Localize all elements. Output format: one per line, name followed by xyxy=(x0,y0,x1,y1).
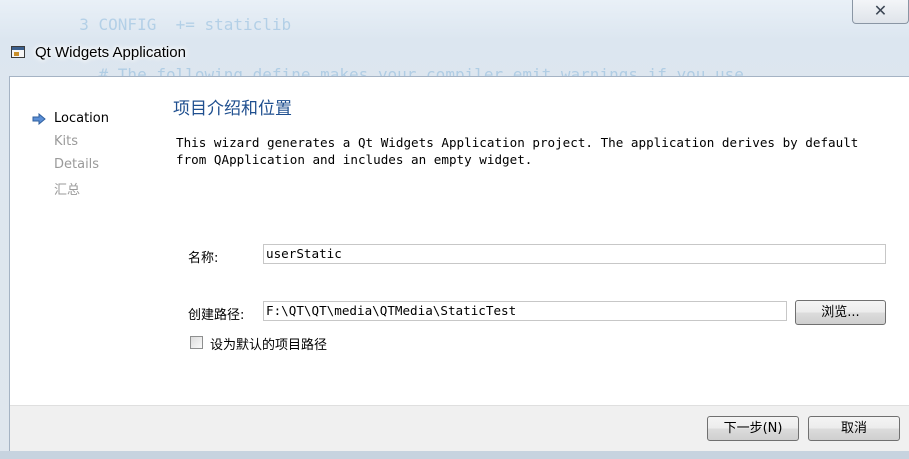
default-path-checkbox[interactable] xyxy=(190,336,203,349)
nav-item-summary: 汇总 xyxy=(54,183,81,198)
nav-item-location: Location xyxy=(54,111,109,126)
nav-item-details: Details xyxy=(54,157,100,172)
description-line: from QApplication and includes an empty … xyxy=(176,152,533,167)
path-label: 创建路径: xyxy=(188,308,245,323)
name-input[interactable]: userStatic xyxy=(263,244,886,264)
page-title: 项目介绍和位置 xyxy=(173,99,292,119)
window-title: Qt Widgets Application xyxy=(35,44,186,61)
page-description: This wizard generates a Qt Widgets Appli… xyxy=(176,134,906,168)
description-line: This wizard generates a Qt Widgets Appli… xyxy=(176,135,859,150)
close-button[interactable]: ✕ xyxy=(852,0,909,24)
nav-item-kits: Kits xyxy=(54,134,79,149)
window-bottom-border xyxy=(0,451,909,459)
browse-button[interactable]: 浏览... xyxy=(795,300,886,325)
close-icon: ✕ xyxy=(873,1,888,20)
app-window-icon xyxy=(11,46,25,58)
next-button[interactable]: 下一步(N) xyxy=(707,416,799,441)
cancel-button[interactable]: 取消 xyxy=(808,416,900,441)
default-path-label: 设为默认的项目路径 xyxy=(210,338,328,353)
arrow-right-icon xyxy=(32,113,46,125)
path-input[interactable]: F:\QT\QT\media\QTMedia\StaticTest xyxy=(263,301,787,321)
button-bar: 下一步(N) 取消 xyxy=(10,405,909,452)
wizard-client-area: Location Kits Details 汇总 项目介绍和位置 This wi… xyxy=(9,76,909,452)
name-label: 名称: xyxy=(188,251,219,266)
